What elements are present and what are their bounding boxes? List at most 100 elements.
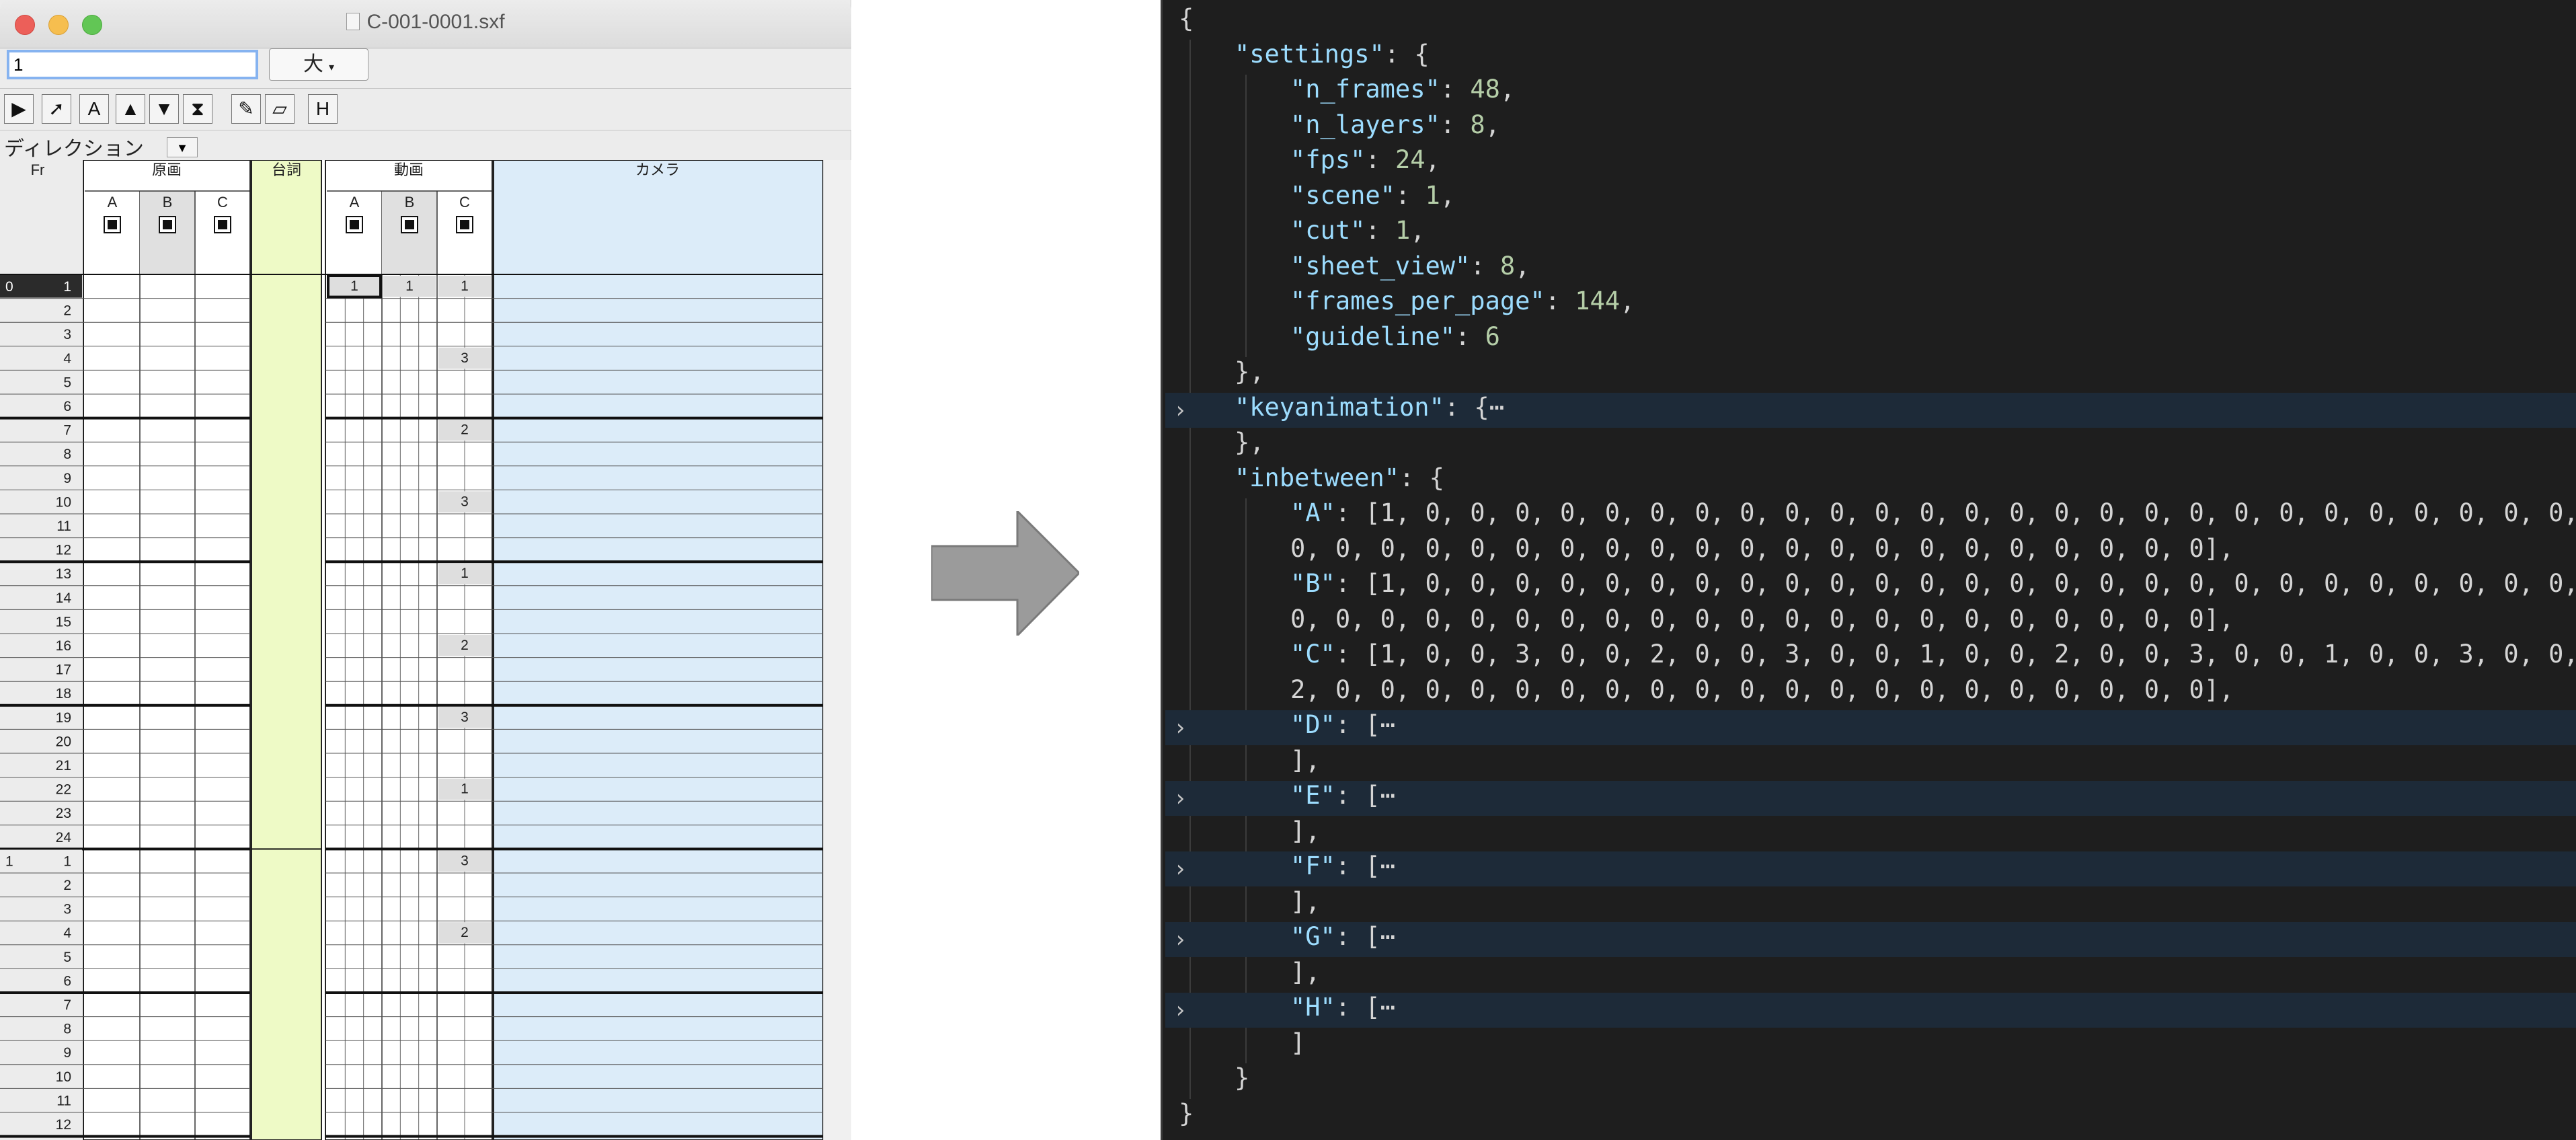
vertical-scrollbar[interactable] — [823, 160, 851, 1140]
fold-chevron-icon[interactable]: › — [1173, 993, 1187, 1028]
json-text: } — [1179, 1098, 1194, 1128]
douga-c-value: 3 — [461, 710, 469, 725]
frame-number: 24 — [56, 830, 72, 845]
code-line[interactable]: "frames_per_page": 144, — [1290, 287, 1635, 321]
code-line[interactable]: ], — [1290, 816, 1321, 851]
code-line[interactable]: } — [1179, 1099, 1194, 1134]
json-editor[interactable]: { "settings": {"n_frames": 48, "n_layers":… — [1161, 0, 2576, 1140]
pointer-icon[interactable]: ▶ — [4, 94, 34, 124]
douga-c-value: 2 — [461, 422, 469, 438]
json-number: 6 — [1485, 321, 1500, 351]
code-line[interactable]: 2, 0, 0, 0, 0, 0, 0, 0, 0, 0, 0, 0, 0, 0… — [1290, 675, 2234, 710]
code-line[interactable]: "A": [1, 0, 0, 0, 0, 0, 0, 0, 0, 0, 0, 0… — [1290, 498, 2576, 533]
frame-number: 15 — [56, 614, 71, 630]
frame-number: 13 — [56, 566, 71, 582]
douga-c-value: 3 — [461, 350, 469, 366]
h-bracket-icon[interactable]: H — [308, 94, 338, 124]
arrow-icon[interactable]: ➚ — [42, 94, 71, 124]
json-colon: : — [1455, 321, 1485, 351]
code-line[interactable]: ], — [1290, 746, 1321, 781]
window-title: C-001-0001.sxf — [0, 11, 851, 34]
fold-chevron-icon[interactable]: › — [1173, 781, 1187, 816]
code-line[interactable]: ], — [1290, 887, 1321, 922]
code-line[interactable]: "G": [⋯ — [1290, 922, 1395, 957]
genga-col-c-label: C — [217, 194, 228, 211]
code-line[interactable]: "B": [1, 0, 0, 0, 0, 0, 0, 0, 0, 0, 0, 0… — [1290, 569, 2576, 604]
json-text: } — [1235, 1063, 1250, 1092]
fold-chevron-icon[interactable]: › — [1173, 393, 1187, 428]
genga-col-b-check-mark — [163, 220, 172, 229]
eraser-icon[interactable]: ▱ — [265, 94, 295, 124]
json-key: "frames_per_page" — [1290, 287, 1545, 315]
frame-number: 3 — [63, 327, 71, 342]
frame-number: 22 — [56, 782, 71, 798]
size-select[interactable]: 大 ▾ — [269, 48, 368, 81]
serifu-column[interactable] — [251, 160, 321, 1140]
direction-dropdown[interactable]: ▼ — [167, 137, 198, 157]
code-line[interactable]: "cut": 1, — [1290, 216, 1426, 251]
json-key: "scene" — [1290, 180, 1395, 210]
pencil-icon[interactable]: ✎ — [231, 94, 261, 124]
json-value: : { — [1399, 463, 1444, 492]
code-line[interactable]: }, — [1235, 428, 1265, 463]
code-line[interactable]: "guideline": 6 — [1290, 322, 1500, 357]
frame-input[interactable] — [7, 50, 258, 79]
code-line[interactable]: "keyanimation": {⋯ — [1235, 393, 1504, 428]
code-line[interactable]: 0, 0, 0, 0, 0, 0, 0, 0, 0, 0, 0, 0, 0, 0… — [1290, 605, 2234, 640]
json-text: ] — [1290, 1028, 1306, 1057]
douga-b-value: 1 — [405, 278, 414, 294]
code-line[interactable]: "settings": { — [1235, 40, 1430, 75]
fill-up-icon[interactable]: ▲ — [116, 94, 145, 124]
code-line[interactable]: ] — [1290, 1028, 1305, 1063]
frame-number: 23 — [56, 806, 71, 821]
json-key: "C" — [1290, 640, 1335, 669]
code-line[interactable]: ], — [1290, 958, 1321, 993]
page-label: 1 — [5, 853, 13, 869]
frame-number: 1 — [63, 279, 71, 295]
code-line[interactable]: { — [1179, 4, 1194, 39]
douga-c-value: 3 — [461, 494, 469, 509]
frame-number: 2 — [63, 303, 71, 319]
douga-c-value: 1 — [461, 782, 469, 797]
json-key: "E" — [1290, 781, 1335, 810]
code-line[interactable]: "F": [⋯ — [1290, 851, 1395, 886]
camera-header: カメラ — [635, 161, 680, 178]
timesheet-window: C-001-0001.sxf 大▾ ▶➚A▲▼⧗✎▱H ディレクション ▼ Fr… — [0, 0, 851, 1140]
exposure-sheet[interactable]: Fr 原画 台詞 動画 カメラ A B C A B C 0 1 1 2 3 4 3 5 6 7 2 8 9 10 3 11 12 13 1… — [0, 160, 823, 1140]
fold-chevron-icon[interactable]: › — [1173, 710, 1187, 745]
frame-number: 7 — [63, 423, 71, 439]
code-line[interactable]: "n_frames": 48, — [1290, 75, 1515, 110]
json-value: : [⋯ — [1335, 993, 1395, 1022]
json-colon: : — [1440, 75, 1471, 104]
code-line[interactable]: "E": [⋯ — [1290, 781, 1395, 816]
frame-number: 11 — [56, 1093, 71, 1108]
exposure-sheet-grid[interactable]: Fr 原画 台詞 動画 カメラA B C A B C0 1 1234 3567 28910 3111213 1… — [0, 160, 823, 1140]
code-line[interactable]: "n_layers": 8, — [1290, 110, 1500, 145]
code-line[interactable]: "sheet_view": 8, — [1290, 252, 1530, 287]
hourglass-icon[interactable]: ⧗ — [183, 94, 212, 124]
code-line[interactable]: "H": [⋯ — [1290, 993, 1395, 1028]
json-key: "B" — [1290, 569, 1335, 598]
code-line[interactable]: "C": [1, 0, 0, 3, 0, 0, 2, 0, 0, 3, 0, 0… — [1290, 640, 2576, 675]
code-line[interactable]: "fps": 24, — [1290, 145, 1440, 180]
code-line[interactable]: 0, 0, 0, 0, 0, 0, 0, 0, 0, 0, 0, 0, 0, 0… — [1290, 534, 2234, 569]
frame-number: 9 — [63, 471, 71, 486]
code-line[interactable]: "D": [⋯ — [1290, 710, 1395, 745]
code-line[interactable]: }, — [1235, 357, 1265, 392]
frame-number: 2 — [63, 878, 71, 893]
title-bar: C-001-0001.sxf — [0, 0, 851, 48]
json-punct: , — [1515, 251, 1530, 280]
json-key: "inbetween" — [1235, 463, 1400, 492]
fold-chevron-icon[interactable]: › — [1173, 922, 1187, 957]
fold-chevron-icon[interactable]: › — [1173, 851, 1187, 886]
code-line[interactable]: "scene": 1, — [1290, 181, 1455, 216]
fill-down-icon[interactable]: ▼ — [149, 94, 179, 124]
frame-number: 16 — [56, 638, 71, 654]
code-line[interactable]: } — [1235, 1063, 1249, 1098]
json-colon: : — [1545, 287, 1575, 315]
json-colon: : — [1365, 145, 1395, 174]
json-punct: , — [1620, 287, 1635, 315]
code-line[interactable]: "inbetween": { — [1235, 463, 1444, 498]
text-icon[interactable]: A — [79, 94, 109, 124]
json-text: ], — [1290, 816, 1321, 845]
